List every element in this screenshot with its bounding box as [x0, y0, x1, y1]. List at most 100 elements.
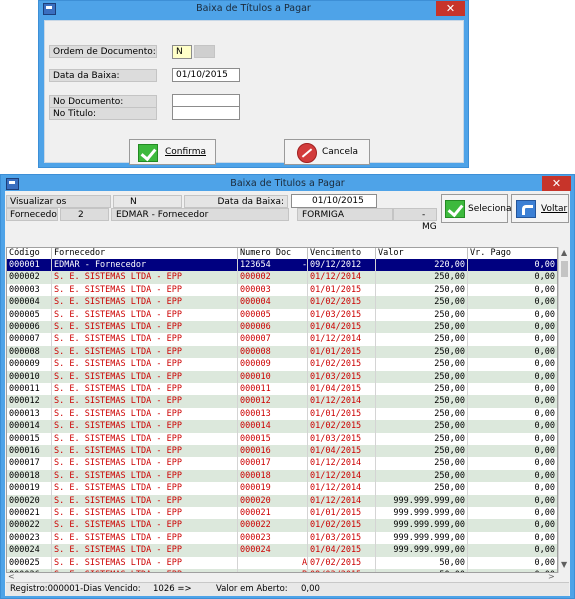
- cancela-button[interactable]: Cancela: [284, 139, 370, 165]
- fornecedor-code[interactable]: 2: [60, 208, 109, 221]
- table-row[interactable]: 000012 S. E. SISTEMAS LTDA - EPP 000012 01/…: [7, 395, 557, 408]
- cell-valor: 250,00: [376, 432, 468, 445]
- ordem-documento-label: Ordem de Documento:: [49, 45, 157, 58]
- scroll-up-icon[interactable]: ▲: [561, 248, 567, 257]
- cell-vencimento: 01/02/2015: [308, 296, 376, 309]
- close-button[interactable]: ✕: [542, 176, 571, 191]
- check-icon: [138, 144, 158, 162]
- cell-valor: 250,00: [376, 296, 468, 309]
- titles-grid[interactable]: Código Fornecedor Numero Doc Vencimento …: [6, 247, 558, 573]
- table-row[interactable]: 000002 S. E. SISTEMAS LTDA - EPP 000002 01/…: [7, 271, 557, 284]
- data-baixa-label: Data da Baixa:: [49, 69, 157, 82]
- cell-fornecedor: S. E. SISTEMAS LTDA - EPP: [52, 271, 238, 284]
- cell-numero-doc: 000009: [240, 359, 271, 370]
- cell-vr-pago: 0,00: [468, 532, 557, 544]
- cell-numero-doc: 000010: [240, 371, 271, 382]
- cell-numero-doc: 123654: [240, 260, 271, 270]
- status-dias-vencido: 1026 =>: [153, 584, 192, 594]
- cell-vencimento: 07/02/2015: [308, 556, 376, 569]
- cell-vr-pago: 0,00: [468, 296, 557, 308]
- table-row[interactable]: 000004 S. E. SISTEMAS LTDA - EPP 000004 01/…: [7, 296, 557, 309]
- cell-vr-pago: 0,00: [468, 495, 557, 507]
- cell-vr-pago: 0,00: [468, 519, 557, 531]
- cidade-value: FORMIGA: [297, 208, 393, 221]
- col-vencimento[interactable]: Vencimento: [308, 248, 376, 259]
- cell-valor: 250,00: [376, 308, 468, 321]
- horizontal-scrollbar[interactable]: < >: [6, 572, 558, 582]
- cell-valor: 999.999.999,00: [376, 519, 468, 532]
- cell-parcela: [300, 544, 308, 557]
- col-vr-pago[interactable]: Vr. Pago: [468, 248, 557, 259]
- vertical-scrollbar[interactable]: ▲ ▼: [558, 247, 570, 573]
- cell-vr-pago: 0,00: [468, 557, 557, 569]
- cell-fornecedor: S. E. SISTEMAS LTDA - EPP: [52, 321, 238, 334]
- scroll-thumb[interactable]: [561, 261, 568, 277]
- table-row[interactable]: 000017 S. E. SISTEMAS LTDA - EPP 000017 01/…: [7, 457, 557, 470]
- cell-vencimento: 01/02/2015: [308, 420, 376, 433]
- seleciona-button[interactable]: Seleciona: [441, 194, 511, 223]
- cell-valor: 999.999.999,00: [376, 494, 468, 507]
- table-row[interactable]: 000011 S. E. SISTEMAS LTDA - EPP 000011 01/…: [7, 383, 557, 396]
- col-numero-doc[interactable]: Numero Doc: [238, 248, 308, 259]
- scroll-right-icon[interactable]: >: [548, 572, 555, 581]
- cell-vencimento: 01/04/2015: [308, 383, 376, 396]
- table-row[interactable]: 000003 S. E. SISTEMAS LTDA - EPP 000003 01/…: [7, 283, 557, 297]
- table-row[interactable]: 000023 S. E. SISTEMAS LTDA - EPP 000023 01/…: [7, 531, 557, 545]
- table-row[interactable]: 000016 S. E. SISTEMAS LTDA - EPP 000016 01/…: [7, 445, 557, 458]
- cell-fornecedor: S. E. SISTEMAS LTDA - EPP: [52, 494, 238, 507]
- baixa-titulos-list-dialog: Baixa de Titulos a Pagar ✕ Visualizar os…: [0, 174, 575, 599]
- table-row[interactable]: 000009 S. E. SISTEMAS LTDA - EPP 000009 01/…: [7, 358, 557, 371]
- cell-parcela: [300, 507, 308, 520]
- data-baixa-input[interactable]: 01/10/2015: [291, 194, 377, 208]
- table-row[interactable]: 000015 S. E. SISTEMAS LTDA - EPP 000015 01/…: [7, 432, 557, 445]
- col-valor[interactable]: Valor: [376, 248, 468, 259]
- cell-numero-doc: 000019: [240, 483, 271, 494]
- table-row[interactable]: 000006 S. E. SISTEMAS LTDA - EPP 000006 01/…: [7, 321, 557, 334]
- cell-vr-pago: 0,00: [468, 544, 557, 556]
- scroll-down-icon[interactable]: ▼: [561, 560, 567, 569]
- confirma-button[interactable]: Confirma: [129, 139, 216, 165]
- table-row[interactable]: 000008 S. E. SISTEMAS LTDA - EPP 000008 01/…: [7, 345, 557, 359]
- cell-codigo: 000008: [7, 345, 52, 359]
- data-baixa-input[interactable]: 01/10/2015: [172, 68, 240, 82]
- cell-codigo: 000020: [7, 494, 52, 507]
- cell-vr-pago: 0,00: [468, 408, 557, 420]
- cell-vr-pago: 0,00: [468, 259, 557, 271]
- table-row[interactable]: 000018 S. E. SISTEMAS LTDA - EPP 000018 01/…: [7, 469, 557, 483]
- table-row[interactable]: 000014 S. E. SISTEMAS LTDA - EPP 000014 01/…: [7, 420, 557, 433]
- voltar-button[interactable]: Voltar: [511, 194, 569, 223]
- cell-parcela: [300, 358, 308, 371]
- table-row[interactable]: 000022 S. E. SISTEMAS LTDA - EPP 000022 01/…: [7, 519, 557, 532]
- table-row[interactable]: 000013 S. E. SISTEMAS LTDA - EPP 000013 01/…: [7, 407, 557, 421]
- close-button[interactable]: ✕: [436, 1, 465, 16]
- cell-parcela: [300, 469, 308, 483]
- table-row[interactable]: 000005 S. E. SISTEMAS LTDA - EPP 000005 01/…: [7, 308, 557, 321]
- cell-valor: 250,00: [376, 482, 468, 495]
- scroll-left-icon[interactable]: <: [8, 572, 15, 581]
- cell-parcela: [300, 296, 308, 309]
- cell-codigo: 000018: [7, 469, 52, 483]
- table-row[interactable]: 000025 S. E. SISTEMAS LTDA - EPP A 07/02/20…: [7, 556, 557, 569]
- cell-numero-doc: 000002: [240, 272, 271, 283]
- cell-fornecedor: S. E. SISTEMAS LTDA - EPP: [52, 395, 238, 408]
- table-row[interactable]: 000024 S. E. SISTEMAS LTDA - EPP 000024 01/…: [7, 544, 557, 557]
- table-row[interactable]: 000019 S. E. SISTEMAS LTDA - EPP 000019 01/…: [7, 482, 557, 495]
- col-codigo[interactable]: Código: [7, 248, 52, 259]
- table-row[interactable]: 000007 S. E. SISTEMAS LTDA - EPP 000007 01/…: [7, 333, 557, 346]
- col-fornecedor[interactable]: Fornecedor: [52, 248, 238, 259]
- status-registro: Registro:000001-Dias Vencido:: [10, 584, 141, 594]
- ordem-documento-input[interactable]: N: [172, 45, 192, 59]
- cell-fornecedor: S. E. SISTEMAS LTDA - EPP: [52, 407, 238, 421]
- table-row[interactable]: 000010 S. E. SISTEMAS LTDA - EPP 000010 01/…: [7, 370, 557, 383]
- cell-valor: 250,00: [376, 469, 468, 483]
- cell-vencimento: 01/12/2014: [308, 271, 376, 284]
- cell-valor: 220,00: [376, 259, 468, 272]
- cell-fornecedor: S. E. SISTEMAS LTDA - EPP: [52, 482, 238, 495]
- visualizar-baixados-value[interactable]: N: [113, 195, 182, 208]
- cancela-label: Cancela: [322, 147, 359, 157]
- table-row[interactable]: 000001 EDMAR - Fornecedor 123654 -09/12/201…: [7, 259, 557, 272]
- no-titulo-input[interactable]: [172, 106, 240, 120]
- table-row[interactable]: 000021 S. E. SISTEMAS LTDA - EPP 000021 01/…: [7, 507, 557, 520]
- table-row[interactable]: 000020 S. E. SISTEMAS LTDA - EPP 000020 01/…: [7, 494, 557, 507]
- cell-parcela: [300, 482, 308, 495]
